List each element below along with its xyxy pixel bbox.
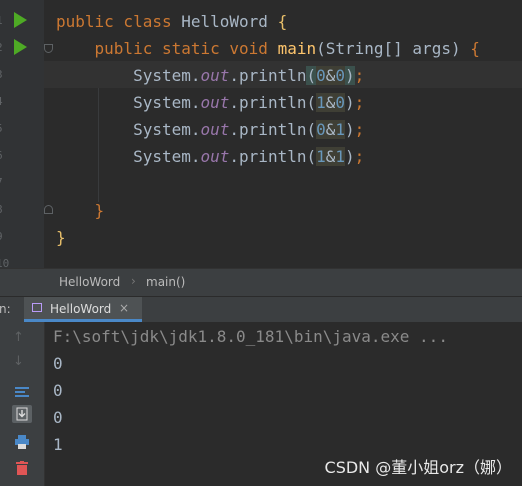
code-token: ;	[354, 66, 365, 85]
console-toolbar: ↑ ↓	[0, 322, 44, 486]
code-line[interactable]: }	[56, 224, 480, 251]
code-token: }	[56, 201, 105, 220]
watermark: CSDN @董小姐orz（娜）	[324, 458, 512, 477]
code-token: (	[306, 147, 317, 166]
run-tab-helloword[interactable]: HelloWord ×	[24, 297, 142, 322]
up-arrow-icon[interactable]: ↑	[13, 330, 24, 345]
code-token: out	[200, 120, 230, 139]
code-token: 1	[316, 93, 326, 112]
code-token: 1	[335, 147, 346, 166]
code-line[interactable]	[56, 170, 480, 197]
code-token: {	[277, 12, 288, 31]
code-token: 0	[335, 93, 346, 112]
code-token: .println	[229, 120, 307, 139]
code-token: System.	[56, 147, 201, 166]
code-token: &	[325, 120, 336, 139]
code-line[interactable]: System.out.println(1&1);	[56, 143, 480, 170]
code-token: }	[56, 228, 66, 247]
run-main-icon[interactable]	[14, 39, 27, 55]
line-number: 4	[0, 95, 6, 108]
code-token: System.	[56, 120, 201, 139]
console-command-line: F:\soft\jdk\jdk1.8.0_181\bin\java.exe ..…	[53, 327, 448, 346]
line-number: 5	[0, 122, 6, 135]
code-token: .println	[229, 147, 307, 166]
scroll-to-end-icon[interactable]	[12, 405, 32, 423]
code-token: ;	[354, 93, 365, 112]
code-token: .println	[229, 93, 307, 112]
code-token: )	[345, 66, 355, 85]
code-token: System.	[56, 66, 201, 85]
run-tab-label: HelloWord	[50, 302, 112, 316]
editor-gutter: 1 2 3 4 5 6 7 8 9 10	[0, 0, 44, 268]
code-line[interactable]: System.out.println(0&1);	[56, 116, 480, 143]
code-line[interactable]: public static void main(String[] args) {	[56, 35, 480, 62]
code-token: main	[277, 39, 317, 58]
code-token: 0	[316, 66, 326, 85]
code-line[interactable]: System.out.println(0&0);	[56, 62, 480, 89]
fold-icon[interactable]	[44, 44, 53, 53]
code-token: &	[325, 147, 336, 166]
run-tool-window-header: n: HelloWord ×	[0, 296, 522, 322]
line-number: 7	[0, 176, 6, 189]
line-number: 9	[0, 230, 6, 243]
code-token: 1	[316, 147, 326, 166]
console-output-line: 0	[53, 354, 63, 373]
code-line[interactable]: public class HelloWord {	[56, 8, 480, 35]
print-icon[interactable]	[15, 434, 29, 449]
console-output-line: 1	[53, 435, 63, 454]
fold-icon[interactable]	[44, 205, 53, 214]
line-number: 2	[0, 41, 6, 54]
line-number: 6	[0, 149, 6, 162]
code-token: HelloWord	[181, 12, 278, 31]
code-token: (	[306, 93, 317, 112]
code-line[interactable]: }	[56, 197, 480, 224]
line-number: 8	[0, 203, 6, 216]
code-token: System.	[56, 93, 201, 112]
run-window-label: n:	[0, 302, 11, 316]
line-number: 3	[0, 68, 6, 81]
breadcrumb-method[interactable]: main()	[146, 275, 185, 289]
code-token: ;	[354, 147, 365, 166]
code-line[interactable]: System.out.println(1&0);	[56, 89, 480, 116]
code-token: 0	[316, 120, 326, 139]
code-token: )	[345, 93, 355, 112]
console-output-line: 0	[53, 381, 63, 400]
line-number: 10	[0, 257, 10, 268]
breadcrumb-class[interactable]: HelloWord	[59, 275, 120, 289]
code-token: )	[345, 120, 355, 139]
line-number: 1	[0, 14, 6, 27]
console-tab-icon	[32, 303, 42, 312]
run-class-icon[interactable]	[14, 12, 27, 28]
code-token: ;	[354, 120, 365, 139]
code-token: (String[] args)	[316, 39, 471, 58]
code-token: out	[200, 93, 230, 112]
breadcrumb-separator: ›	[131, 274, 136, 288]
trash-icon[interactable]	[16, 460, 28, 475]
console-output-line: 0	[53, 408, 63, 427]
code-token: (	[306, 120, 317, 139]
code-token: (	[306, 66, 317, 85]
code-token: out	[200, 147, 230, 166]
code-token: 0	[335, 66, 346, 85]
code-token: public class	[56, 12, 182, 31]
code-token: &	[325, 66, 336, 85]
code-token: )	[345, 147, 355, 166]
close-icon[interactable]: ×	[119, 301, 129, 315]
code-token: out	[200, 66, 230, 85]
code-token: public static void	[56, 39, 278, 58]
code-editor[interactable]: 1 2 3 4 5 6 7 8 9 10 public class HelloW…	[0, 0, 522, 268]
down-arrow-icon[interactable]: ↓	[13, 354, 24, 369]
code-token: &	[325, 93, 336, 112]
code-token: {	[470, 39, 480, 58]
code-token: 1	[335, 120, 346, 139]
soft-wrap-icon[interactable]	[15, 382, 29, 397]
code-token: .println	[229, 66, 307, 85]
code-area[interactable]: public class HelloWord { public static v…	[56, 8, 480, 251]
breadcrumb: HelloWord › main()	[0, 268, 522, 296]
